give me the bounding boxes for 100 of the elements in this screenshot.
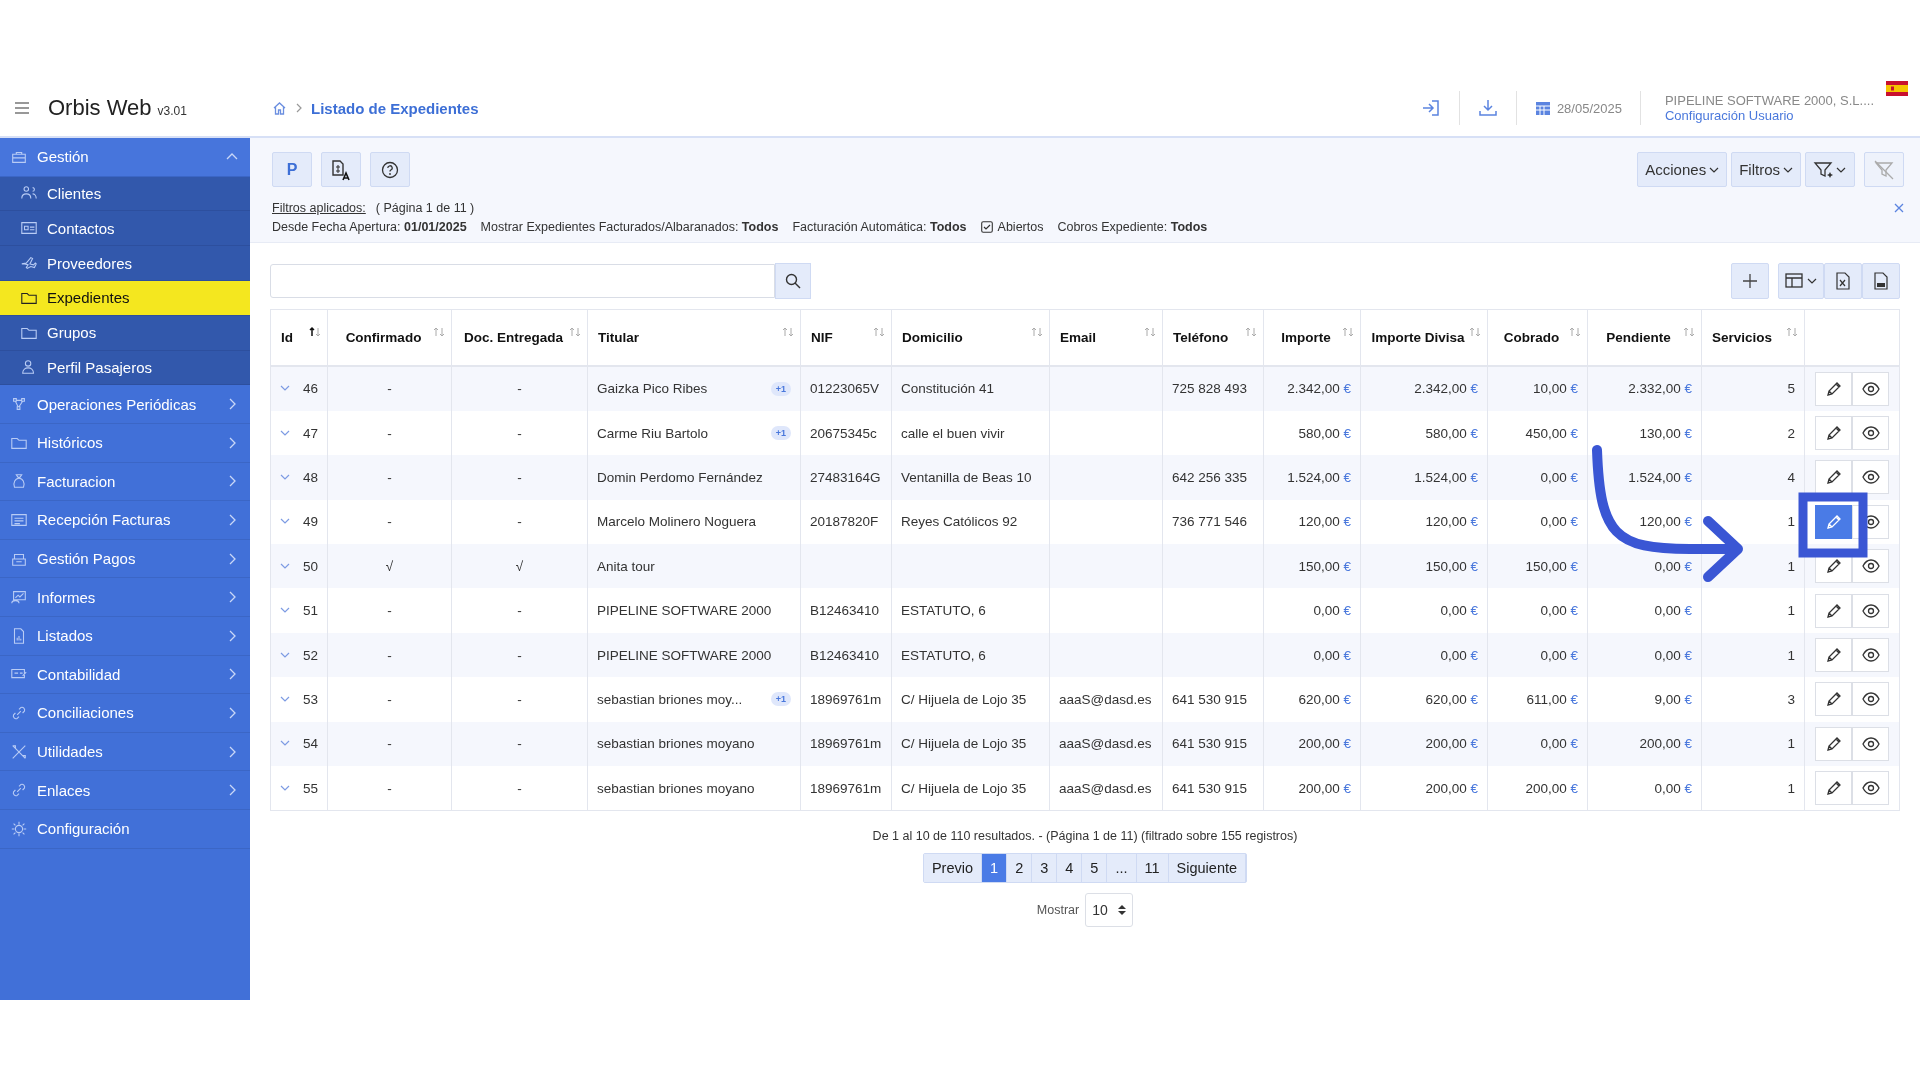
login-icon[interactable] (1420, 99, 1441, 117)
sidebar-item[interactable]: Facturacion (0, 462, 250, 502)
expand-row-icon[interactable] (280, 385, 290, 393)
checkbox[interactable] (980, 221, 993, 233)
sidebar-item[interactable]: Operaciones Periódicas (0, 385, 250, 424)
expand-row-icon[interactable] (280, 429, 290, 437)
table-cell: 51 (302, 603, 318, 619)
user-settings-link[interactable]: Configuración Usuario (1664, 108, 1874, 123)
p-button[interactable]: P (272, 152, 312, 187)
dropdown-menu-button[interactable]: Acciones (1637, 152, 1728, 187)
expand-row-icon[interactable] (280, 740, 290, 748)
menu-icon[interactable] (14, 101, 30, 115)
expand-row-icon[interactable] (280, 651, 290, 659)
view-button[interactable] (1852, 638, 1889, 673)
invoice-document-button[interactable] (321, 152, 361, 187)
clear-filter-button[interactable] (1864, 152, 1904, 187)
column-header[interactable]: Titular (598, 329, 778, 345)
sidebar-item[interactable]: Configuración (0, 809, 250, 849)
count-badge[interactable]: +1 (770, 426, 791, 441)
sidebar-subitem[interactable]: Grupos (0, 315, 250, 351)
breadcrumb-current[interactable]: Listado de Expedientes (311, 99, 479, 117)
pencil-icon (1825, 780, 1842, 797)
search-button[interactable] (775, 263, 811, 299)
count-badge[interactable]: +1 (770, 381, 791, 396)
column-header[interactable]: Email (1060, 329, 1140, 345)
eye-icon (1861, 781, 1880, 796)
sidebar-item[interactable]: Listados (0, 616, 250, 656)
table-cell: 120,00 € (1298, 514, 1351, 530)
previous-page-button[interactable]: Previo (923, 854, 983, 883)
table-cell: C/ Hijuela de Lojo 35 (901, 736, 1027, 752)
page-button[interactable]: 3 (1032, 854, 1058, 883)
eye-icon (1861, 381, 1880, 396)
column-header[interactable]: Pendiente (1598, 329, 1679, 345)
help-button[interactable] (370, 152, 410, 187)
add-button[interactable] (1731, 263, 1769, 299)
flag-icon[interactable] (1886, 81, 1908, 96)
view-button[interactable] (1852, 460, 1889, 495)
download-icon[interactable] (1477, 99, 1498, 117)
column-header[interactable]: Importe (1274, 329, 1338, 345)
expand-row-icon[interactable] (280, 518, 290, 526)
column-header[interactable]: NIF (811, 329, 869, 345)
column-header[interactable]: Cobrado (1498, 329, 1565, 345)
view-button[interactable] (1852, 416, 1889, 451)
page-size-select[interactable]: 10 (1085, 893, 1134, 928)
sidebar-subitem[interactable]: Clientes (0, 176, 250, 212)
sidebar-subitem[interactable]: Expedientes (0, 281, 250, 316)
expand-row-icon[interactable] (280, 562, 290, 570)
sidebar-item[interactable]: Enlaces (0, 771, 250, 810)
sidebar-item[interactable]: Informes (0, 578, 250, 617)
sidebar-subitem[interactable]: Proveedores (0, 246, 250, 281)
page-button[interactable]: 2 (1007, 854, 1033, 883)
columns-button[interactable] (1778, 263, 1824, 299)
sidebar-item[interactable]: Históricos (0, 423, 250, 463)
column-header[interactable]: Teléfono (1173, 329, 1241, 345)
search-field[interactable] (270, 264, 775, 298)
page-button[interactable]: 11 (1136, 854, 1169, 883)
filter-off-icon (1873, 159, 1895, 180)
sidebar-subitem[interactable]: Contactos (0, 211, 250, 247)
table-cell: 20675345c (810, 425, 877, 441)
next-page-button[interactable]: Siguiente (1168, 854, 1247, 883)
page-button[interactable]: 1 (982, 854, 1008, 883)
expand-row-icon[interactable] (280, 607, 290, 615)
home-icon[interactable] (272, 101, 287, 115)
view-button[interactable] (1852, 593, 1889, 628)
column-header[interactable]: Importe Divisa (1371, 329, 1465, 345)
view-button[interactable] (1852, 726, 1889, 761)
filter-presets-button[interactable] (1805, 152, 1855, 187)
column-header[interactable]: Id (281, 329, 305, 345)
sidebar-item[interactable]: Utilidades (0, 732, 250, 772)
view-button[interactable] (1852, 771, 1889, 806)
page-button[interactable]: ... (1107, 854, 1137, 883)
view-button[interactable] (1852, 371, 1889, 406)
table-cell: 2.342,00 € (1287, 381, 1351, 397)
expand-row-icon[interactable] (280, 473, 290, 481)
sidebar-item[interactable]: Gestión Pagos (0, 539, 250, 579)
table-cell: 01223065V (810, 381, 880, 397)
excel-export-button[interactable] (1824, 263, 1862, 299)
page-button[interactable]: 5 (1082, 854, 1108, 883)
calendar-icon[interactable] (1534, 100, 1551, 116)
table-cell: - (517, 514, 522, 530)
sidebar-item[interactable]: Gestión (0, 138, 250, 177)
column-header[interactable]: Doc. Entregada (462, 329, 565, 345)
expand-row-icon[interactable] (280, 695, 290, 703)
sidebar-item[interactable]: Conciliaciones (0, 694, 250, 733)
expand-row-icon[interactable] (280, 784, 290, 792)
sort-icon[interactable] (309, 326, 321, 339)
count-badge[interactable]: +1 (770, 692, 791, 707)
sidebar-item[interactable]: Contabilidad (0, 655, 250, 695)
column-header[interactable]: Confirmado (338, 329, 429, 345)
table-cell: - (517, 691, 522, 707)
pdf-export-button[interactable] (1862, 263, 1900, 299)
sidebar-item[interactable]: Recepción Facturas (0, 501, 250, 540)
sidebar-subitem[interactable]: Perfil Pasajeros (0, 350, 250, 386)
close-icon[interactable] (1894, 203, 1904, 213)
column-header[interactable]: Domicilio (902, 329, 1027, 345)
page-button[interactable]: 4 (1057, 854, 1083, 883)
dropdown-menu-button[interactable]: Filtros (1731, 152, 1801, 187)
column-header[interactable]: Servicios (1712, 329, 1782, 345)
filters-title[interactable]: Filtros aplicados: (272, 201, 366, 215)
view-button[interactable] (1852, 682, 1889, 717)
